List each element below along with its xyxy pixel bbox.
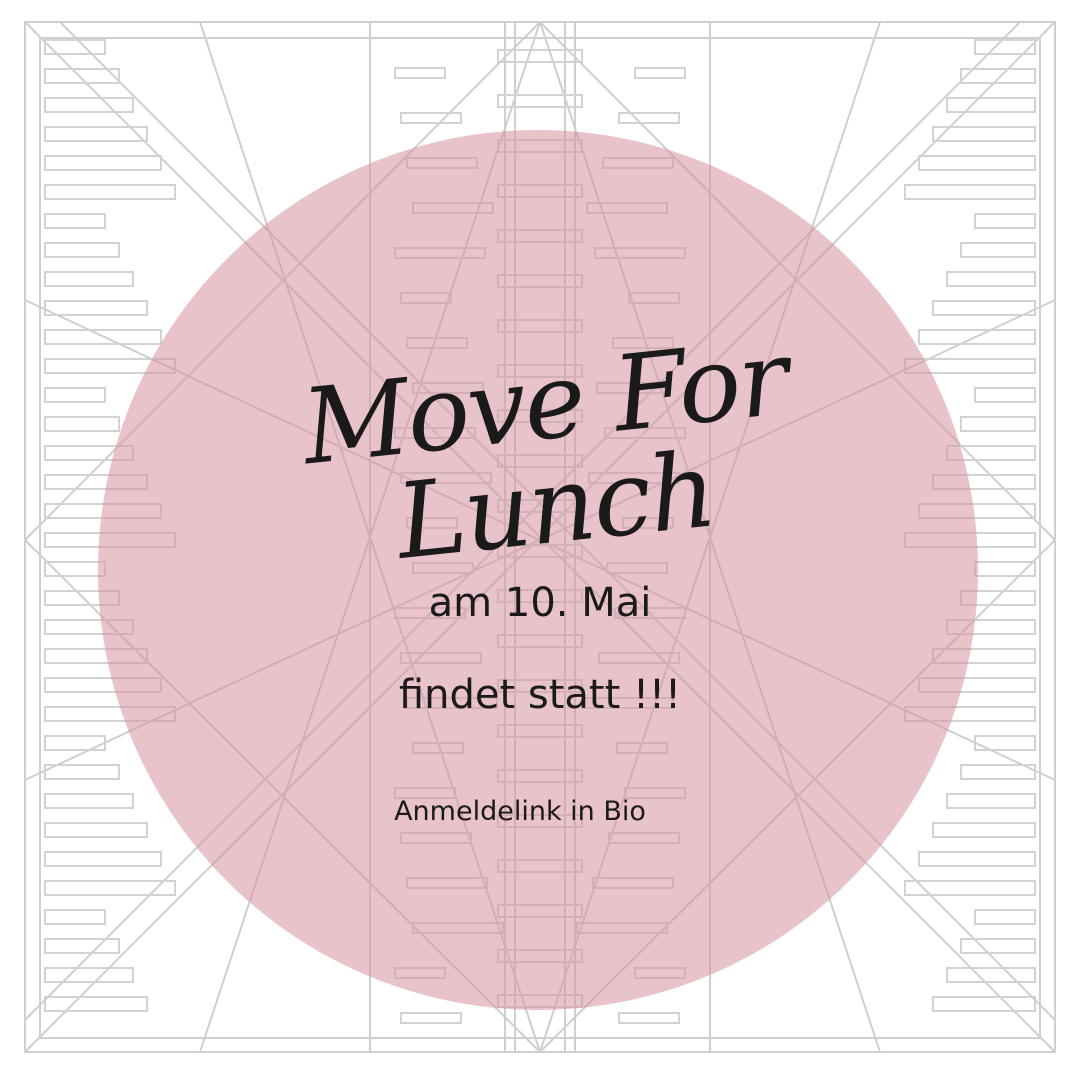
post-canvas: Move For Lunch am 10. Mai findet statt !…: [0, 0, 1080, 1080]
event-status: findet statt !!!: [398, 672, 682, 718]
signup-note: Anmeldelink in Bio: [394, 796, 646, 827]
event-date: am 10. Mai: [428, 580, 652, 626]
post-text: Move For Lunch am 10. Mai findet statt !…: [0, 0, 1080, 1080]
post-title: Move For Lunch: [296, 316, 793, 584]
